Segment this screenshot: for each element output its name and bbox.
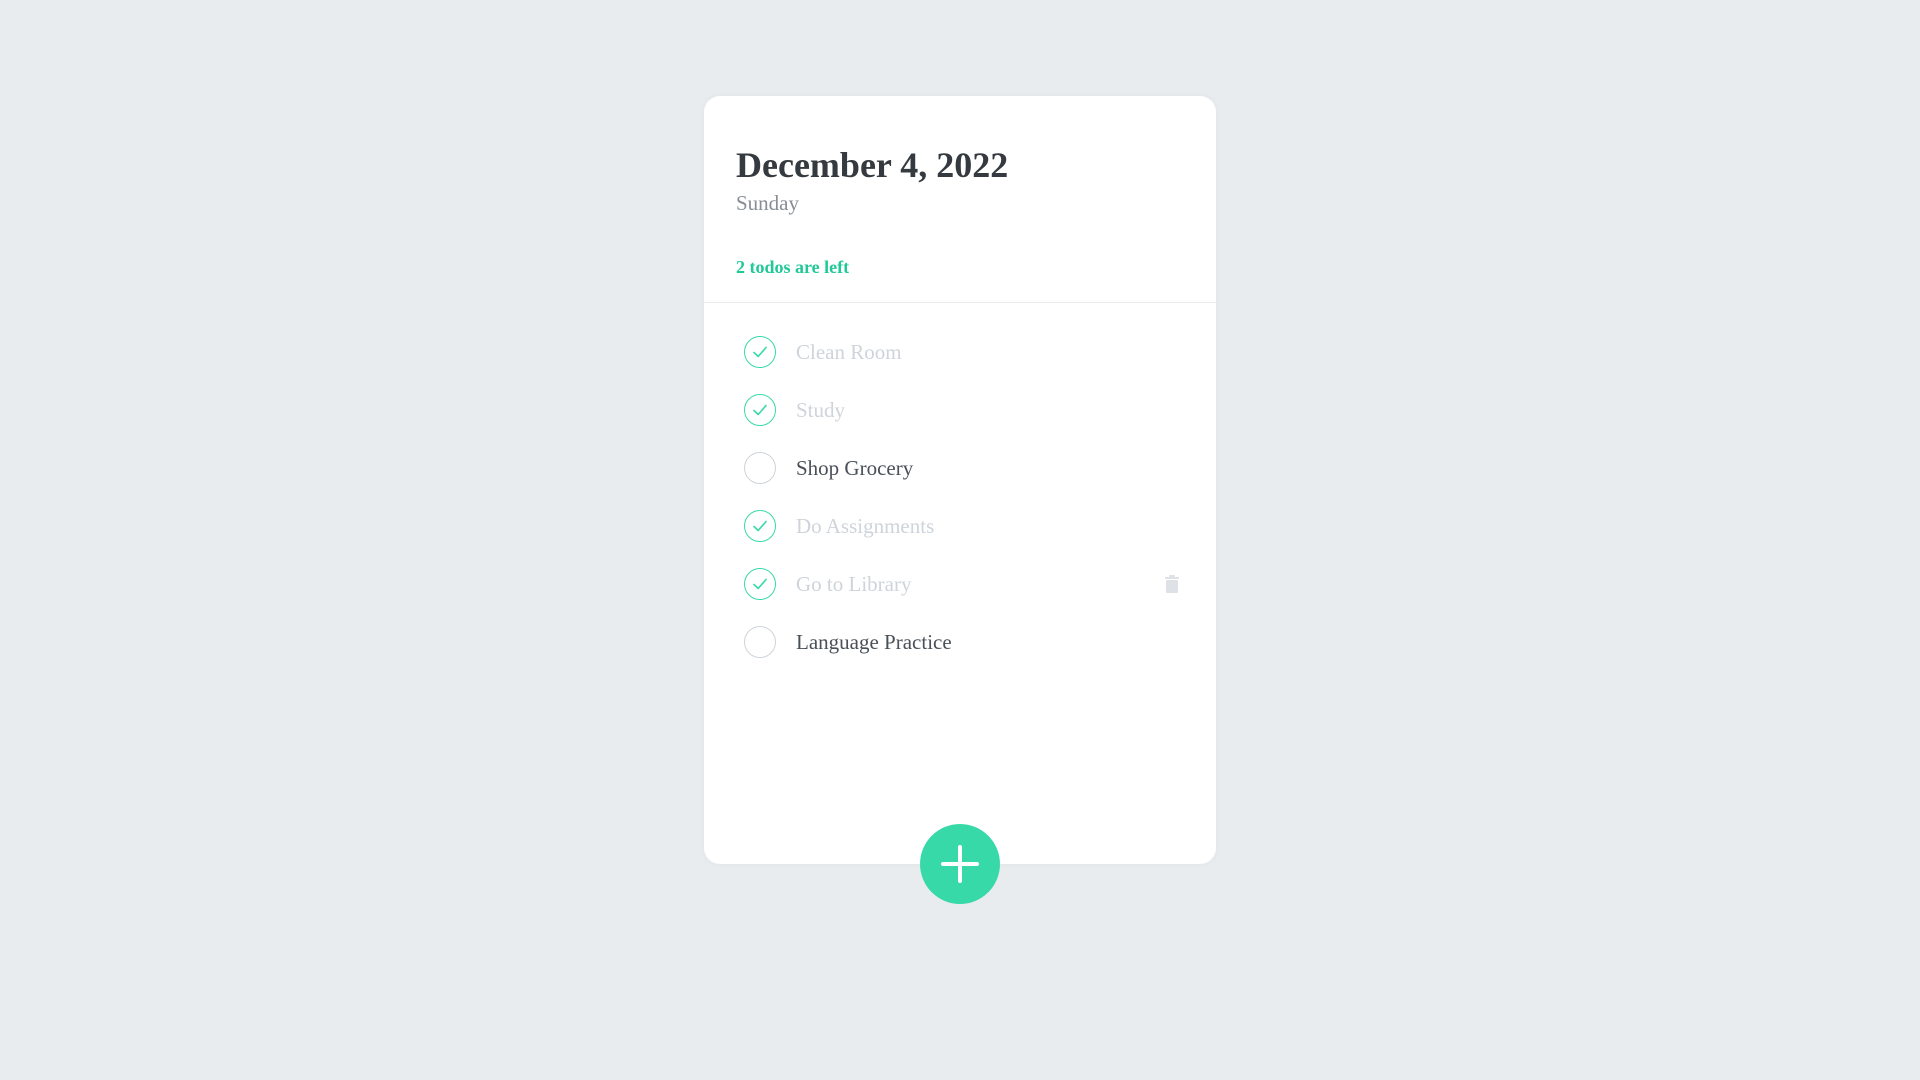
check-icon [753, 578, 767, 590]
todo-text: Go to Library [796, 572, 912, 596]
plus-icon [941, 845, 979, 883]
check-icon [753, 404, 767, 416]
todo-checkbox[interactable] [744, 452, 776, 484]
todo-text: Shop Grocery [796, 456, 914, 480]
todo-item: Study [736, 381, 1184, 439]
todo-item: Go to Library [736, 555, 1184, 613]
todo-item: Shop Grocery [736, 439, 1184, 497]
weekday-label: Sunday [736, 191, 799, 215]
check-icon [753, 346, 767, 358]
trash-icon [1165, 575, 1179, 593]
date-heading: December 4, 2022 [736, 145, 1009, 185]
todo-list: Clean Room Study Shop Grocery Do Assignm… [704, 303, 1216, 719]
check-icon [753, 520, 767, 532]
todo-card: December 4, 2022 Sunday 2 todos are left… [704, 96, 1216, 864]
todo-item: Language Practice [736, 613, 1184, 671]
todo-text: Clean Room [796, 340, 902, 364]
remove-button[interactable] [1160, 572, 1184, 596]
tasks-left-count: 2 todos are left [736, 257, 850, 277]
add-todo-button[interactable] [920, 824, 1000, 904]
todo-checkbox[interactable] [744, 626, 776, 658]
todo-item: Clean Room [736, 323, 1184, 381]
todo-checkbox[interactable] [744, 510, 776, 542]
todo-text: Language Practice [796, 630, 952, 654]
todo-text: Study [796, 398, 846, 422]
todo-checkbox[interactable] [744, 336, 776, 368]
todo-checkbox[interactable] [744, 568, 776, 600]
todo-text: Do Assignments [796, 514, 935, 538]
todo-checkbox[interactable] [744, 394, 776, 426]
todo-header: December 4, 2022 Sunday 2 todos are left [704, 96, 1216, 303]
todo-item: Do Assignments [736, 497, 1184, 555]
